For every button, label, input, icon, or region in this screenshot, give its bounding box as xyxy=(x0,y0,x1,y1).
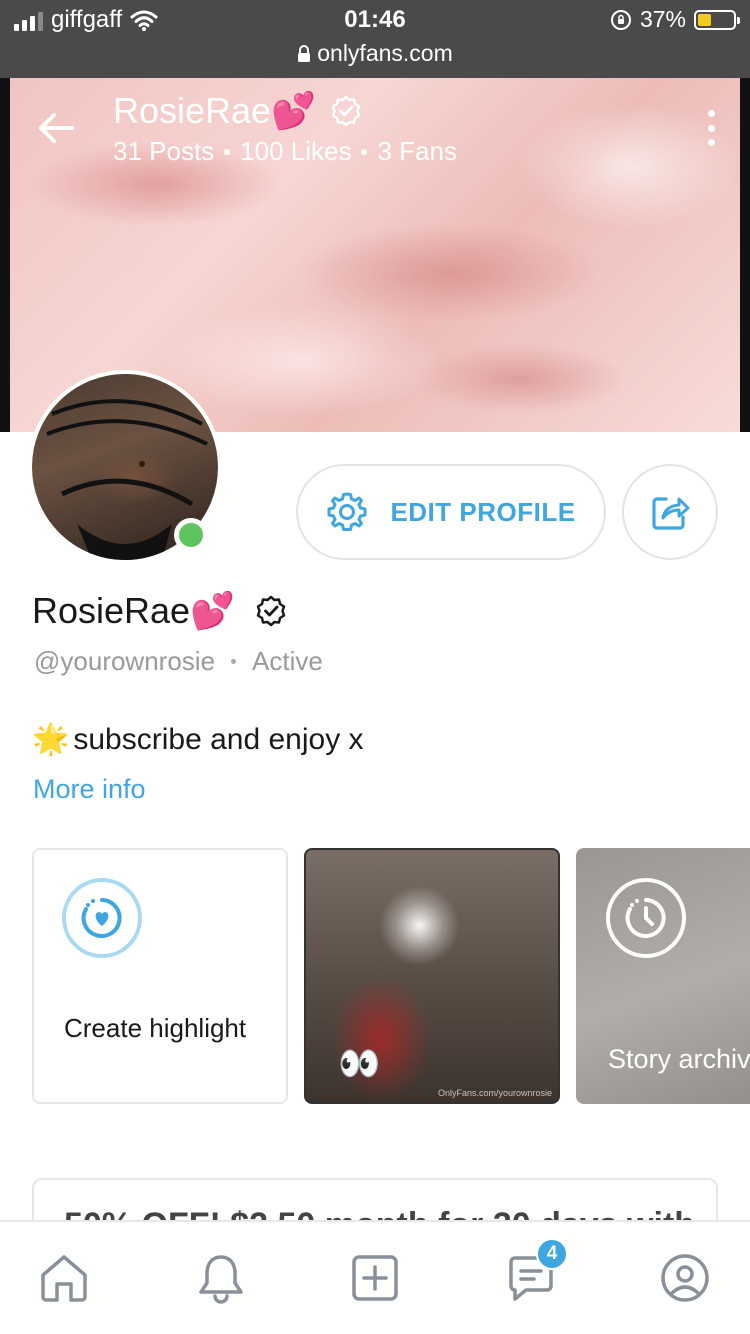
lock-icon xyxy=(298,45,311,62)
status-bar: giffgaff 01:46 onlyfans.com 37% xyxy=(0,0,750,78)
url-bar[interactable]: onlyfans.com xyxy=(0,40,750,67)
battery-percent: 37% xyxy=(639,6,686,32)
highlights-row: Create highlight 👀 OnlyFans.com/yourownr… xyxy=(32,848,750,1104)
verified-icon xyxy=(256,595,286,627)
eyes-emoji: 👀 xyxy=(338,1045,381,1083)
create-highlight-card[interactable]: Create highlight xyxy=(32,848,288,1104)
nav-notifications[interactable] xyxy=(193,1250,249,1306)
username-handle: @yourownrosie xyxy=(34,646,216,676)
profile-name: RosieRae💕 xyxy=(32,590,287,632)
cover-header: RosieRae💕 31 Posts 100 Likes 3 Fans xyxy=(0,78,750,178)
story-archive-label: Story archive xyxy=(608,1044,750,1074)
nav-home[interactable] xyxy=(36,1250,92,1306)
cover-name-text: RosieRae💕 xyxy=(113,90,316,131)
cover-profile-name: RosieRae💕 xyxy=(113,90,362,132)
highlight-add-icon xyxy=(62,878,142,958)
story-archive-card[interactable]: Story archive xyxy=(576,848,750,1104)
share-icon xyxy=(652,497,690,530)
edit-profile-label: EDIT PROFILE xyxy=(390,496,576,527)
more-options-icon[interactable] xyxy=(704,110,718,146)
url-text: onlyfans.com xyxy=(317,40,453,66)
bell-icon xyxy=(199,1255,243,1304)
bio-text: subscribe and enjoy x xyxy=(73,722,364,756)
star-emoji: 🌟 xyxy=(32,723,70,756)
handle-row: @yourownrosie Active xyxy=(34,646,323,677)
posts-count: 31 Posts xyxy=(113,136,215,166)
activity-status: Active xyxy=(252,646,323,676)
add-post-icon xyxy=(352,1255,398,1301)
battery-fill xyxy=(698,13,711,26)
gear-icon xyxy=(327,492,367,531)
separator-dot xyxy=(361,148,368,155)
highlight-photo-card[interactable]: 👀 OnlyFans.com/yourownrosie xyxy=(304,848,560,1104)
status-bar-right: 37% xyxy=(610,6,740,33)
verified-icon xyxy=(331,95,361,127)
watermark: OnlyFans.com/yourownrosie xyxy=(437,1088,552,1098)
fans-count: 3 Fans xyxy=(377,136,457,166)
share-button[interactable] xyxy=(622,464,718,560)
home-icon xyxy=(41,1255,87,1302)
nav-profile[interactable] xyxy=(657,1250,713,1306)
back-button[interactable] xyxy=(34,106,78,150)
profile-name-text: RosieRae💕 xyxy=(32,590,235,631)
rotation-lock-icon xyxy=(610,9,631,30)
battery-icon xyxy=(694,9,740,30)
nav-new-post[interactable] xyxy=(347,1250,403,1306)
bottom-navigation: 4 xyxy=(0,1220,750,1334)
more-info-link[interactable]: More info xyxy=(33,774,146,805)
online-status-indicator xyxy=(174,518,208,552)
likes-count: 100 Likes xyxy=(240,136,352,166)
clock-icon xyxy=(606,878,686,958)
profile-stats: 31 Posts 100 Likes 3 Fans xyxy=(113,136,457,167)
bio: 🌟 subscribe and enjoy x xyxy=(32,722,364,757)
create-highlight-label: Create highlight xyxy=(64,1013,247,1043)
messages-badge: 4 xyxy=(536,1238,568,1270)
profile-icon xyxy=(661,1254,709,1302)
separator-dot xyxy=(231,659,237,664)
arrow-left-icon xyxy=(39,113,74,143)
separator-dot xyxy=(224,148,231,155)
edit-profile-button[interactable]: EDIT PROFILE xyxy=(296,464,606,560)
